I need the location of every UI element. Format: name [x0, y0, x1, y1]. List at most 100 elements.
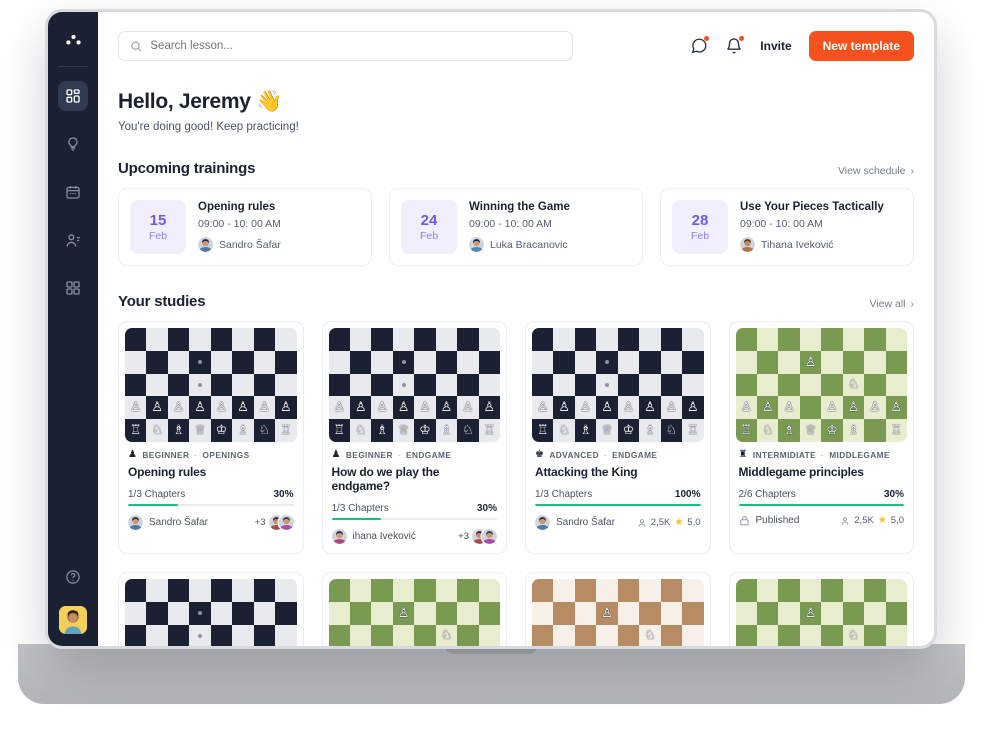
study-card[interactable]: ♙♘♙♙♙♙♙♙♙♖♘♗♕♔♗♖	[525, 572, 711, 646]
view-all-link[interactable]: View all ›	[870, 298, 915, 310]
collaborator-stack[interactable]: +3	[255, 515, 294, 530]
study-progress-row: 1/3 Chapters 30%	[332, 503, 498, 514]
study-card[interactable]: ♙♘♙♙♙♙♙♙♙♖♘♗♕♔♗♖	[321, 572, 507, 646]
training-instructor: Luka Bracanovic	[469, 237, 570, 252]
chessboard-navy: ♙♙♙♙♙♙♙♙♖♘♗♕♔♗♘♖	[125, 328, 297, 442]
page-title: Hello, Jeremy 👋	[118, 90, 914, 114]
pawn-icon: ♟	[331, 449, 341, 460]
bell-icon[interactable]	[725, 36, 745, 55]
study-percent: 30%	[476, 503, 497, 514]
search-input[interactable]	[150, 40, 561, 52]
study-title: Opening rules	[128, 465, 207, 479]
training-instructor-name: Luka Bracanovic	[490, 238, 568, 251]
study-status: Published	[755, 515, 800, 526]
pawn-icon: ♟	[128, 449, 138, 460]
study-stats: 2,5K ★ 5,0	[840, 515, 904, 526]
study-views: 2,5K	[854, 515, 874, 526]
study-progress-bar	[738, 504, 904, 506]
sidebar-item-calendar[interactable]	[58, 177, 88, 207]
meta-separator: ·	[821, 450, 825, 460]
study-card[interactable]: ♙♙♙♙♙♙♙♙♖♘♗♕♔♗♘♖	[118, 572, 304, 646]
king-icon: ♚	[535, 449, 545, 460]
study-meta: ♚ ADVANCED · ENDGAME	[535, 449, 701, 461]
training-card[interactable]: 28 Feb Use Your Pieces Tactically 09:00 …	[660, 188, 914, 266]
training-instructor-name: Tihana Iveković	[761, 238, 834, 251]
study-footer: ihana Iveković +3	[331, 529, 497, 544]
study-title: How do we play the endgame?	[331, 465, 440, 493]
sidebar-nav	[58, 81, 88, 303]
study-title: Attacking the King	[535, 465, 638, 479]
study-chapters: 1/3 Chapters	[535, 489, 593, 500]
study-category: MIDDLEGAME	[829, 450, 890, 460]
rook-icon: ♜	[738, 449, 748, 460]
chessboard-navy: ♙♙♙♙♙♙♙♙♖♘♗♕♔♗♘♖	[532, 328, 704, 442]
view-schedule-link[interactable]: View schedule ›	[838, 165, 914, 177]
study-card[interactable]: ♙ ♙ ♙ ♙ ♙ ♙ ♙ ♙ ♖ ♘ ♗ ♕ ♔ ♗ ♘ ♖ ♟ BEGINNER · ENDGAME Ho…	[321, 321, 507, 554]
training-month: Feb	[690, 229, 710, 242]
study-card[interactable]: ♙♘♙♙♙♙♙♙♙♖♘♗♕♔♗♖	[728, 572, 914, 646]
study-level: ADVANCED	[549, 450, 599, 460]
wave-emoji: 👋	[256, 90, 283, 113]
person-icon	[841, 516, 849, 525]
chessboard-brown: ♙♘♙♙♙♙♙♙♙♖♘♗♕♔♗♖	[532, 579, 704, 646]
studies-title: Your studies	[118, 293, 206, 310]
training-date-badge: 28 Feb	[672, 200, 728, 254]
training-instructor: Sandro Šafar	[198, 237, 281, 252]
sidebar-item-insights[interactable]	[58, 129, 88, 159]
study-thumbnail: ♙♙♙♙♙♙♙♙♖♘♗♕♔♗♘♖	[323, 322, 507, 442]
new-template-button[interactable]: New template	[808, 31, 914, 61]
study-footer: Published 2,5K ★ 5,0	[739, 515, 904, 526]
help-circle-icon[interactable]	[58, 562, 88, 592]
sidebar-item-students[interactable]	[58, 225, 88, 255]
user-avatar[interactable]	[59, 606, 87, 634]
bell-notification-dot	[739, 36, 745, 41]
study-level: BEGINNER	[142, 450, 190, 460]
study-body: ♚ ADVANCED · ENDGAME Attacking the King …	[526, 442, 710, 539]
sidebar-item-apps[interactable]	[58, 273, 88, 303]
trainings-list: 15 Feb Opening rules 09:00 - 10: 00 AM S…	[118, 188, 914, 266]
chat-bubble-icon[interactable]	[690, 36, 710, 55]
chessboard-green: ♙♘♙♙♙♙♙♙♙♖♘♗♕♔♗♖	[735, 328, 907, 442]
meta-separator: ·	[397, 450, 402, 460]
search-icon	[131, 41, 142, 52]
study-card[interactable]: ♙ ♙ ♙ ♙ ♙ ♙ ♙ ♙ ♖ ♘ ♗ ♕ ♔ ♗ ♘ ♖ ♚ ADVANCED · ENDGAME At…	[525, 321, 711, 554]
study-author: Sandro Šafar	[149, 517, 208, 528]
study-chapters: 1/3 Chapters	[128, 489, 186, 500]
training-info: Opening rules 09:00 - 10: 00 AM Sandro Š…	[198, 200, 281, 254]
study-card[interactable]: ♙ ♙ ♙ ♙ ♙ ♙ ♙ ♙ ♖ ♘ ♗ ♕ ♔ ♗ ♘ ♖ ♟ BEGINNER · OPENINGS O…	[118, 321, 304, 554]
study-percent: 30%	[883, 489, 904, 500]
greeting-text: Hello, Jeremy	[118, 90, 251, 113]
study-footer: Sandro Šafar 2,5K ★ 5,0	[535, 515, 701, 530]
training-info: Winning the Game 09:00 - 10: 00 AM Luka …	[469, 200, 570, 254]
study-card[interactable]: ♙ ♘ ♙ ♙ ♙ ♙ ♙ ♙ ♙ ♖ ♘ ♗ ♕ ♔ ♗ ♖ ♜ INTERMIDIATE · MIDDLE…	[728, 321, 914, 554]
study-category: OPENINGS	[202, 450, 250, 460]
study-body: ♜ INTERMIDIATE · MIDDLEGAME Middlegame p…	[730, 442, 914, 535]
training-card[interactable]: 15 Feb Opening rules 09:00 - 10: 00 AM S…	[118, 188, 372, 266]
studies-header: Your studies View all ›	[118, 293, 914, 310]
chat-notification-dot	[704, 36, 710, 41]
chevron-right-icon: ›	[910, 165, 915, 177]
sidebar-divider	[58, 66, 88, 67]
training-time: 09:00 - 10: 00 AM	[198, 218, 281, 230]
study-category: ENDGAME	[406, 450, 452, 460]
study-level: BEGINNER	[345, 450, 393, 460]
invite-button[interactable]: Invite	[760, 39, 791, 53]
sidebar-item-dashboard[interactable]	[58, 81, 88, 111]
avatar	[278, 515, 294, 530]
avatar	[740, 237, 755, 252]
sidebar	[48, 12, 98, 646]
study-thumbnail: ♙♘♙♙♙♙♙♙♙♖♘♗♕♔♗♖	[730, 573, 914, 646]
study-chapters: 1/3 Chapters	[331, 503, 389, 514]
study-thumbnail: ♙♘♙♙♙♙♙♙♙♖♘♗♕♔♗♖	[730, 322, 914, 442]
topbar-actions: Invite New template	[690, 31, 914, 61]
training-title: Opening rules	[198, 201, 276, 213]
training-day: 24	[420, 212, 438, 230]
laptop-screen: Invite New template Hello, Jeremy 👋 You'…	[48, 12, 934, 646]
trainings-header: Upcoming trainings View schedule ›	[118, 160, 914, 177]
search-bar[interactable]	[118, 31, 573, 61]
training-card[interactable]: 24 Feb Winning the Game 09:00 - 10: 00 A…	[389, 188, 643, 266]
app-logo-icon[interactable]	[59, 26, 87, 54]
study-thumbnail: ♙♘♙♙♙♙♙♙♙♖♘♗♕♔♗♖	[323, 573, 507, 646]
training-instructor: Tihana Iveković	[740, 237, 884, 252]
collaborator-stack[interactable]: +3	[458, 529, 497, 544]
